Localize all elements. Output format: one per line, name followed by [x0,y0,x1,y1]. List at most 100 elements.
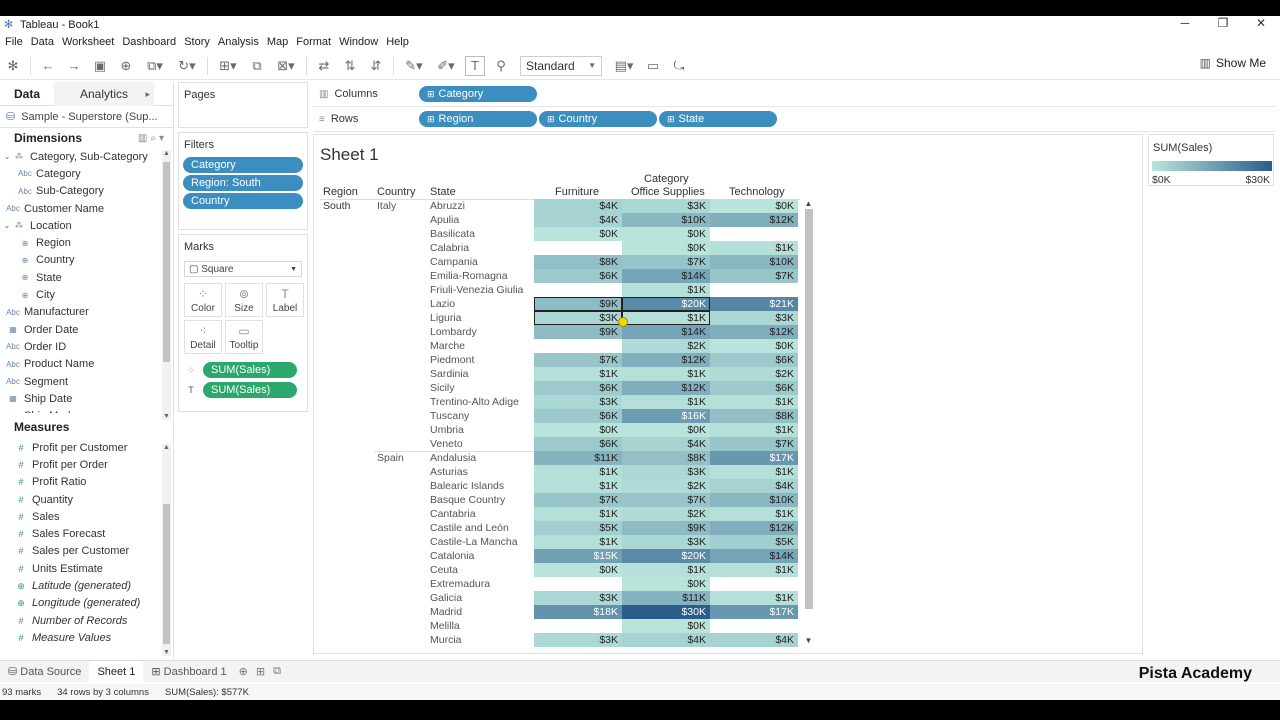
table-cell[interactable]: $0K [622,241,710,255]
dimensions-scrollbar[interactable]: ▲ ▼ [162,150,171,420]
measure-field[interactable]: # Sales Forecast [0,525,173,542]
table-cell[interactable]: $3K [710,311,798,325]
dimension-field[interactable]: ⊕ Country [0,252,173,269]
dimension-field[interactable]: ⊕ Region [0,234,173,251]
tab-data-source[interactable]: ⛁ Data Source [0,661,89,683]
dimension-field[interactable]: Abc Customer Name [0,200,173,217]
table-cell[interactable]: $3K [622,465,710,479]
dimension-field[interactable]: Abc Category [0,165,173,182]
table-cell[interactable]: $0K [710,199,798,213]
dimension-field[interactable]: Abc Sub-Category [0,183,173,200]
measure-field[interactable]: # Number of Records [0,612,173,629]
menu-item-file[interactable]: File [5,36,23,48]
show-me-button[interactable]: ▥ Show Me [1200,56,1266,70]
restore-icon[interactable]: ❐ [1204,16,1242,34]
table-cell[interactable]: $20K [622,549,710,563]
columns-shelf[interactable]: ▥ Columns ⊞ Category [313,82,1276,107]
measure-field[interactable]: # Sales per Customer [0,543,173,560]
table-cell[interactable]: $14K [622,269,710,283]
measure-field[interactable]: # Measure Values [0,629,173,646]
table-cell[interactable]: $1K [534,465,622,479]
table-cell[interactable]: $6K [534,409,622,423]
rows-shelf[interactable]: ≡ Rows ⊞ Region ⊞ Country ⊞ State [313,107,1276,132]
table-cell[interactable]: $0K [622,619,710,633]
table-cell[interactable] [710,283,798,297]
table-cell[interactable]: $1K [534,535,622,549]
table-cell[interactable]: $4K [622,633,710,647]
dimension-field[interactable]: Abc Product Name [0,356,173,373]
filter-pill[interactable]: Country [183,193,303,209]
menu-item-map[interactable]: Map [267,36,288,48]
sort-ascending-icon[interactable]: ⇅ [340,56,360,76]
table-cell[interactable] [534,619,622,633]
new-story-icon[interactable]: ⧉ [273,665,281,678]
table-cell[interactable]: $2K [710,367,798,381]
tooltip-button[interactable]: ▭ Tooltip [225,320,263,354]
table-cell[interactable]: $3K [534,395,622,409]
share-icon[interactable]: ⤿ [669,56,689,76]
table-cell[interactable]: $8K [534,255,622,269]
table-cell[interactable]: $4K [710,633,798,647]
table-cell[interactable]: $10K [710,255,798,269]
measure-field[interactable]: ⊕ Latitude (generated) [0,577,173,594]
table-cell[interactable]: $6K [534,381,622,395]
rows-pill-country[interactable]: ⊞ Country [539,111,657,127]
table-cell[interactable]: $0K [622,227,710,241]
fix-axes-icon[interactable]: ⚲ [491,56,511,76]
highlight-icon[interactable]: ✎▾ [401,56,427,76]
table-cell[interactable]: $1K [710,507,798,521]
table-cell[interactable]: $10K [622,213,710,227]
table-cell[interactable] [534,339,622,353]
table-cell[interactable]: $1K [710,241,798,255]
table-cell[interactable] [710,577,798,591]
label-button[interactable]: T Label [266,283,304,317]
fit-dropdown[interactable]: Standard ▼ [520,55,602,76]
color-legend[interactable]: SUM(Sales) $0K $30K [1148,134,1274,186]
table-cell[interactable]: $1K [534,479,622,493]
table-cell[interactable]: $0K [622,423,710,437]
table-cell[interactable] [710,227,798,241]
table-cell[interactable]: $4K [534,199,622,213]
clear-sheet-icon[interactable]: ⊠▾ [273,56,299,76]
refresh-icon[interactable]: ↻▾ [174,56,200,76]
group-members-icon[interactable]: ✐▾ [433,56,459,76]
table-cell[interactable]: $7K [622,493,710,507]
sheet-scrollbar[interactable]: ▲ ▼ [804,199,813,645]
table-cell[interactable]: $7K [710,437,798,451]
scroll-down-icon[interactable]: ▼ [162,413,171,420]
tableau-home-icon[interactable]: ✻ [3,56,23,76]
mark-type-dropdown[interactable]: ▢ Square ▼ [184,261,302,277]
new-worksheet-icon[interactable]: ⊞▾ [215,56,241,76]
measure-field[interactable]: # Sales [0,508,173,525]
dimension-field[interactable]: Abc Segment [0,373,173,390]
tab-analytics[interactable]: Analytics ▸ [54,81,155,106]
redo-icon[interactable]: → [64,56,84,76]
table-cell[interactable]: $7K [534,493,622,507]
color-button[interactable]: ⁘ Color [184,283,222,317]
label-field-pill[interactable]: SUM(Sales) [203,382,297,398]
measure-field[interactable]: # Quantity [0,491,173,508]
collapse-icon[interactable]: ⌄ [2,152,12,161]
table-cell[interactable]: $4K [534,213,622,227]
scrollbar-thumb[interactable] [805,209,813,609]
filters-card[interactable]: Filters Category Region: South Country [178,132,308,230]
table-cell[interactable]: $1K [622,367,710,381]
table-cell[interactable]: $11K [534,451,622,465]
dimension-field[interactable]: Abc Manufacturer [0,304,173,321]
dimension-field[interactable]: ⌄ ⁂ Category, Sub-Category [0,148,173,165]
data-source-item[interactable]: ⛁ Sample - Superstore (Sup... [0,106,173,128]
table-cell[interactable] [534,241,622,255]
table-cell[interactable]: $0K [534,563,622,577]
scrollbar-thumb[interactable] [163,504,170,644]
table-cell[interactable]: $12K [710,325,798,339]
table-cell[interactable]: $1K [534,507,622,521]
menu-item-dashboard[interactable]: Dashboard [122,36,176,48]
table-cell[interactable]: $1K [622,395,710,409]
table-cell[interactable]: $3K [534,591,622,605]
measure-field[interactable]: # Profit per Customer [0,439,173,456]
table-cell[interactable]: $14K [710,549,798,563]
table-cell[interactable]: $5K [710,535,798,549]
save-icon[interactable]: ▣ [90,56,110,76]
table-cell[interactable]: $9K [622,521,710,535]
dimension-field[interactable]: Abc Order ID [0,338,173,355]
